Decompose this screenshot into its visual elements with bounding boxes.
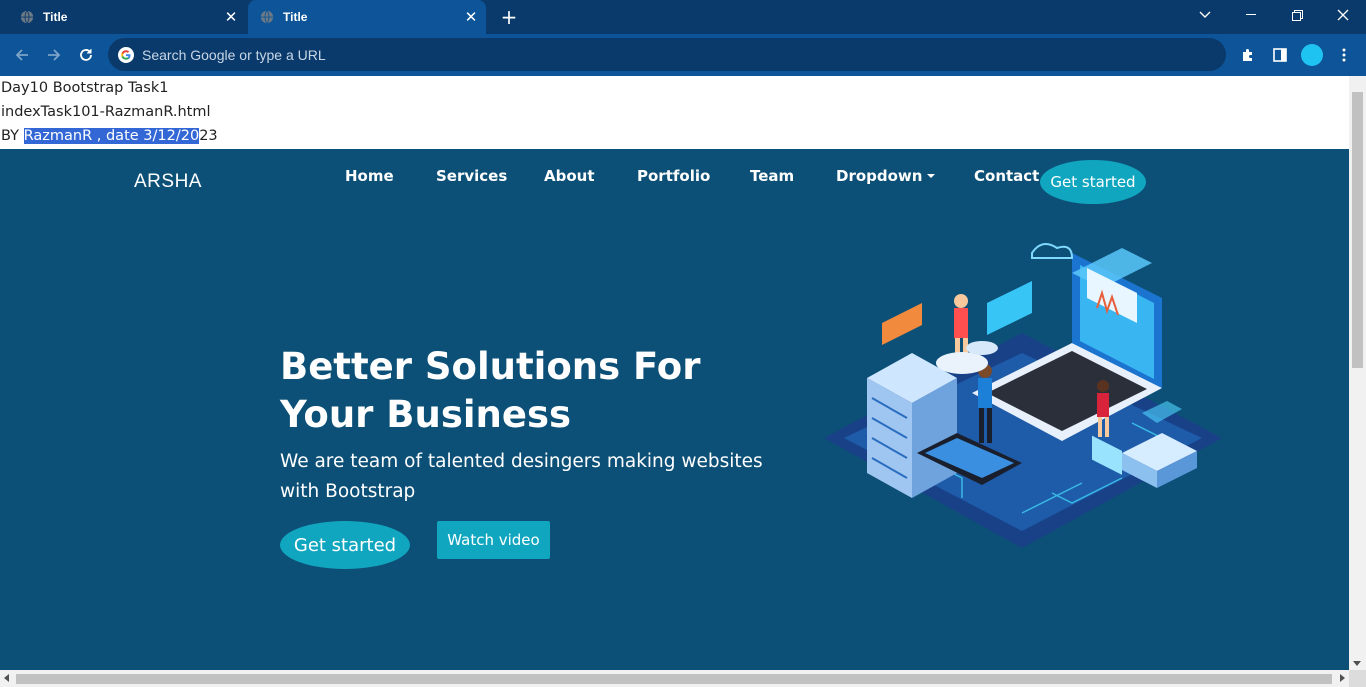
kebab-menu-icon: [1342, 48, 1346, 62]
nav-contact[interactable]: Contact: [974, 167, 1039, 185]
vertical-scroll-thumb[interactable]: [1352, 92, 1363, 368]
chevron-down-icon: [1199, 11, 1211, 18]
google-icon: [118, 46, 134, 63]
browser-tab-2[interactable]: Title ✕: [248, 0, 486, 34]
tab-strip: Title ✕ Title ✕ +: [0, 0, 1366, 34]
horizontal-scrollbar[interactable]: [0, 670, 1349, 687]
watch-video-button[interactable]: Watch video: [437, 521, 550, 559]
minimize-button[interactable]: [1228, 0, 1274, 30]
horizontal-scroll-thumb[interactable]: [16, 674, 1332, 684]
selected-text: RazmanR , date 3/12/20: [23, 128, 200, 144]
extensions-button[interactable]: [1236, 43, 1260, 67]
nav-home[interactable]: Home: [345, 167, 394, 185]
info-line-title: Day10 Bootstrap Task1: [1, 80, 169, 96]
arrow-left-icon: [15, 49, 28, 61]
nav-services[interactable]: Services: [436, 167, 507, 185]
nav-portfolio[interactable]: Portfolio: [637, 167, 710, 185]
close-window-button[interactable]: [1320, 0, 1366, 30]
nav-about[interactable]: About: [544, 167, 595, 185]
tab-title: Title: [43, 10, 68, 24]
globe-icon: [20, 10, 34, 24]
page-viewport: Day10 Bootstrap Task1 indexTask101-Razma…: [0, 76, 1349, 670]
browser-toolbar: [0, 34, 1366, 76]
close-tab-icon[interactable]: ✕: [220, 6, 242, 28]
nav-dropdown[interactable]: Dropdown: [836, 167, 936, 185]
address-bar[interactable]: [108, 38, 1226, 71]
browser-tab-1[interactable]: Title ✕: [8, 0, 246, 34]
brand-logo[interactable]: ARSHA: [134, 171, 202, 193]
restore-icon: [1291, 9, 1303, 21]
scroll-right-icon[interactable]: [1340, 674, 1345, 682]
minimize-icon: [1246, 14, 1256, 15]
author-prefix: BY: [1, 128, 24, 144]
tab-search-button[interactable]: [1182, 0, 1228, 30]
info-line-filename: indexTask101-RazmanR.html: [1, 104, 211, 120]
vertical-scrollbar[interactable]: [1349, 76, 1366, 670]
nav-team[interactable]: Team: [750, 167, 794, 185]
scroll-left-icon[interactable]: [4, 674, 9, 682]
restore-button[interactable]: [1274, 0, 1320, 30]
arrow-right-icon: [48, 49, 61, 61]
caret-down-icon: [927, 174, 936, 178]
nav-get-started-button[interactable]: Get started: [1040, 160, 1146, 204]
side-panel-icon: [1273, 48, 1287, 62]
avatar: [1301, 44, 1323, 66]
author-suffix: 23: [199, 128, 218, 144]
menu-button[interactable]: [1332, 43, 1356, 67]
tab-title: Title: [283, 10, 308, 24]
info-line-author: BY RazmanR , date 3/12/2023: [1, 124, 1349, 148]
scroll-down-icon[interactable]: [1353, 661, 1361, 666]
hero-illustration: [824, 243, 1222, 548]
globe-icon: [260, 10, 274, 24]
page-info: Day10 Bootstrap Task1 indexTask101-Razma…: [0, 76, 1349, 148]
hero-section: ARSHA Home Services About Portfolio Team…: [0, 149, 1349, 670]
hero-title: Better Solutions For Your Business: [280, 345, 701, 436]
hero-subtitle: We are team of talented desingers making…: [280, 451, 763, 502]
side-panel-button[interactable]: [1268, 43, 1292, 67]
scrollbar-corner: [1349, 670, 1366, 687]
omnibox-input[interactable]: [142, 46, 1042, 63]
profile-button[interactable]: [1300, 43, 1324, 67]
forward-button[interactable]: [41, 42, 67, 68]
close-tab-icon[interactable]: ✕: [460, 6, 482, 28]
nav-dropdown-label: Dropdown: [836, 167, 923, 185]
close-icon: [1337, 9, 1349, 21]
reload-button[interactable]: [73, 42, 99, 68]
reload-icon: [80, 49, 92, 61]
back-button[interactable]: [9, 42, 35, 68]
get-started-button[interactable]: Get started: [280, 521, 410, 569]
puzzle-icon: [1243, 49, 1252, 61]
new-tab-button[interactable]: +: [498, 5, 520, 29]
